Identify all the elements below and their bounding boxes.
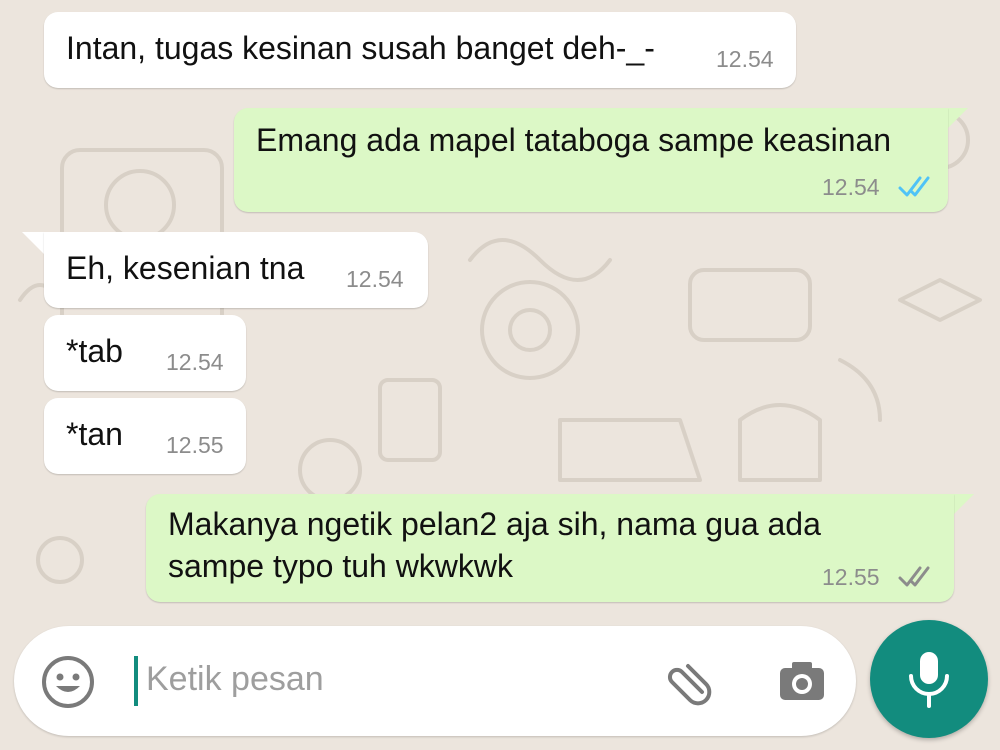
bubble-tail (22, 232, 46, 256)
message-text: Eh, kesenian tna (66, 250, 305, 286)
voice-message-button[interactable] (870, 620, 988, 738)
camera-icon[interactable] (774, 654, 830, 710)
message-incoming[interactable]: *tan 12.55 (44, 398, 246, 474)
emoji-icon[interactable] (40, 654, 96, 710)
message-time: 12.55 (166, 432, 224, 458)
message-time: 12.54 (346, 266, 404, 292)
message-text: *tan (66, 416, 123, 452)
delivered-receipt-icon (898, 566, 930, 587)
message-time: 12.55 (822, 564, 880, 590)
text-cursor (134, 656, 138, 706)
message-text-line: sampe typo tuh wkwkwk (168, 548, 514, 584)
message-text: Emang ada mapel tataboga sampe keasinan (256, 122, 892, 158)
message-incoming[interactable]: *tab 12.54 (44, 315, 246, 391)
message-time: 12.54 (822, 174, 880, 200)
read-receipt-icon (898, 176, 930, 197)
message-text-line: Makanya ngetik pelan2 aja sih, nama gua … (168, 506, 821, 542)
message-outgoing[interactable]: Emang ada mapel tataboga sampe keasinan … (234, 108, 948, 212)
message-time: 12.54 (716, 46, 774, 72)
message-incoming[interactable]: Intan, tugas kesinan susah banget deh-_-… (44, 12, 796, 88)
message-text: *tab (66, 333, 123, 369)
message-text: Intan, tugas kesinan susah banget deh-_- (66, 30, 655, 66)
message-time: 12.54 (166, 349, 224, 375)
paperclip-icon[interactable] (664, 654, 720, 710)
message-incoming[interactable]: Eh, kesenian tna 12.54 (44, 232, 428, 308)
message-outgoing[interactable]: Makanya ngetik pelan2 aja sih, nama gua … (146, 494, 954, 602)
message-composer: Ketik pesan (14, 626, 856, 736)
mic-icon (909, 652, 949, 708)
message-input[interactable]: Ketik pesan (146, 660, 324, 699)
